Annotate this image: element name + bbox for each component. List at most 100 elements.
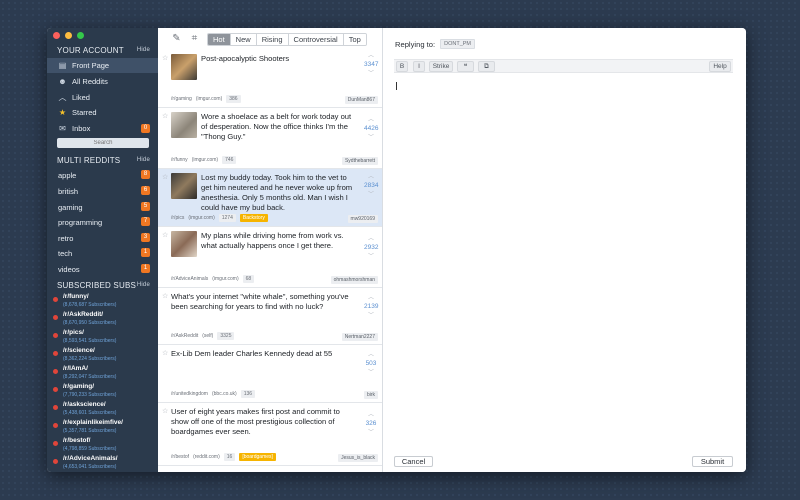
post-item[interactable]: ☆ Post-apocalyptic Shooters ︿ 3347 ﹀ /r/… — [158, 50, 382, 108]
italic-button[interactable]: I — [413, 61, 425, 72]
star-icon[interactable]: ☆ — [162, 173, 168, 181]
post-author[interactable]: mw920169 — [347, 215, 378, 223]
star-icon[interactable]: ☆ — [162, 292, 168, 300]
upvote-icon[interactable]: ︿ — [364, 411, 378, 419]
strike-button[interactable]: Strike — [429, 61, 453, 72]
post-title[interactable]: Lost my buddy today. Took him to the vet… — [201, 173, 358, 213]
post-title[interactable]: What's your internet "white whale", some… — [171, 292, 359, 312]
multi-item-apple[interactable]: apple 8 — [58, 168, 158, 182]
post-comments[interactable]: 68 — [242, 275, 255, 283]
post-item[interactable]: ☆ What's your internet "white whale", so… — [158, 288, 382, 345]
post-item[interactable]: ☆ My plans while driving home from work … — [158, 227, 382, 288]
post-author[interactable]: birk — [363, 391, 378, 399]
reply-textarea[interactable] — [394, 77, 733, 449]
downvote-icon[interactable]: ﹀ — [364, 312, 378, 320]
post-author[interactable]: ohmashmorshman — [330, 276, 378, 284]
post-subreddit[interactable]: /r/funny — [171, 157, 188, 163]
downvote-icon[interactable]: ﹀ — [364, 253, 378, 261]
downvote-icon[interactable]: ﹀ — [364, 134, 378, 142]
downvote-icon[interactable]: ﹀ — [364, 429, 378, 437]
post-title[interactable]: My plans while driving home from work vs… — [201, 231, 359, 251]
post-item[interactable]: ☆ User of eight years makes first post a… — [158, 403, 382, 466]
post-author[interactable]: Nertman2227 — [341, 333, 378, 341]
post-subreddit[interactable]: /r/unitedkingdom — [171, 391, 208, 397]
multi-item-gaming[interactable]: gaming 5 — [58, 200, 158, 214]
upvote-icon[interactable]: ︿ — [364, 173, 378, 181]
search-input[interactable] — [57, 138, 149, 148]
downvote-icon[interactable]: ﹀ — [364, 369, 378, 377]
tab-new[interactable]: New — [229, 34, 256, 45]
sidebar-item-inbox[interactable]: ✉ Inbox 0 — [47, 121, 158, 136]
post-item-selected[interactable]: ☆ Lost my buddy today. Took him to the v… — [158, 169, 382, 227]
upvote-icon[interactable]: ︿ — [364, 52, 378, 60]
multi-item-retro[interactable]: retro 3 — [58, 231, 158, 245]
star-icon[interactable]: ☆ — [162, 407, 168, 415]
help-button[interactable]: Help — [709, 61, 731, 72]
star-icon[interactable]: ☆ — [162, 54, 168, 62]
star-icon[interactable]: ☆ — [162, 231, 168, 239]
post-title[interactable]: User of eight years makes first post and… — [171, 407, 359, 437]
post-subreddit[interactable]: /r/pics — [171, 215, 184, 221]
sub-item-gaming[interactable]: /r/gaming/ (7,790,233 Subscribers) — [53, 383, 158, 401]
sub-item-adviceanimals[interactable]: /r/AdviceAnimals/ (4,653,041 Subscribers… — [53, 455, 158, 472]
link-icon[interactable]: ⧉ — [478, 61, 495, 72]
cancel-button[interactable]: Cancel — [394, 456, 433, 467]
post-item[interactable]: ☆ Wore a shoelace as a belt for work tod… — [158, 108, 382, 169]
post-comments[interactable]: 746 — [222, 156, 237, 164]
post-title[interactable]: Ex-Lib Dem leader Charles Kennedy dead a… — [171, 349, 359, 359]
upvote-icon[interactable]: ︿ — [364, 116, 378, 124]
post-title[interactable]: Post-apocalyptic Shooters — [201, 54, 351, 64]
hide-multi-button[interactable]: Hide — [137, 157, 150, 163]
sidebar-item-front-page[interactable]: ▤ Front Page — [47, 58, 158, 73]
post-comments[interactable]: 16 — [223, 453, 236, 461]
sub-item-science[interactable]: /r/science/ (8,362,224 Subscribers) — [53, 347, 158, 365]
sub-item-askreddit[interactable]: /r/AskReddit/ (8,670,950 Subscribers) — [53, 311, 158, 329]
hide-account-button[interactable]: Hide — [137, 47, 150, 53]
post-subreddit[interactable]: /r/gaming — [171, 96, 192, 102]
sub-item-pics[interactable]: /r/pics/ (8,593,541 Subscribers) — [53, 329, 158, 347]
tab-rising[interactable]: Rising — [255, 34, 288, 45]
multi-item-tech[interactable]: tech 1 — [58, 246, 158, 260]
post-item[interactable]: ☆ Ex-Lib Dem leader Charles Kennedy dead… — [158, 345, 382, 403]
sub-item-bestof[interactable]: /r/bestof/ (4,798,859 Subscribers) — [53, 437, 158, 455]
post-subreddit[interactable]: /r/AdviceAnimals — [171, 276, 208, 282]
compose-icon[interactable]: ✎ — [171, 33, 182, 44]
crop-icon[interactable]: ⌗ — [189, 33, 200, 44]
tab-controversial[interactable]: Controversial — [287, 34, 343, 45]
multi-item-videos[interactable]: videos 1 — [58, 262, 158, 276]
sidebar-item-all-reddits[interactable]: ☻ All Reddits — [47, 74, 158, 89]
upvote-icon[interactable]: ︿ — [364, 235, 378, 243]
upvote-icon[interactable]: ︿ — [364, 351, 378, 359]
multi-item-programming[interactable]: programming 7 — [58, 215, 158, 229]
bold-button[interactable]: B — [396, 61, 408, 72]
post-subreddit[interactable]: /r/AskReddit — [171, 333, 198, 339]
tab-top[interactable]: Top — [342, 34, 366, 45]
post-comments[interactable]: 3325 — [217, 332, 235, 340]
zoom-window-button[interactable] — [77, 32, 84, 39]
star-icon[interactable]: ☆ — [162, 349, 168, 357]
close-window-button[interactable] — [53, 32, 60, 39]
hide-subs-button[interactable]: Hide — [137, 282, 150, 288]
star-icon[interactable]: ☆ — [162, 112, 168, 120]
post-subreddit[interactable]: /r/bestof — [171, 454, 189, 460]
post-comments[interactable]: 386 — [226, 95, 241, 103]
downvote-icon[interactable]: ﹀ — [364, 191, 378, 199]
sub-item-funny[interactable]: /r/funny/ (8,678,687 Subscribers) — [53, 293, 158, 311]
multi-item-british[interactable]: british 6 — [58, 184, 158, 198]
post-title[interactable]: Wore a shoelace as a belt for work today… — [201, 112, 356, 142]
submit-button[interactable]: Submit — [692, 456, 733, 467]
post-comments[interactable]: 1274 — [218, 214, 236, 222]
post-author[interactable]: DunMan867 — [344, 96, 378, 104]
minimize-window-button[interactable] — [65, 32, 72, 39]
sub-item-explainlikeimfive[interactable]: /r/explainlikeimfive/ (5,357,781 Subscri… — [53, 419, 158, 437]
tab-hot[interactable]: Hot — [208, 34, 230, 45]
post-author[interactable]: Jesus_is_black — [338, 454, 378, 462]
downvote-icon[interactable]: ﹀ — [364, 70, 378, 78]
sub-item-askscience[interactable]: /r/askscience/ (5,438,601 Subscribers) — [53, 401, 158, 419]
sub-item-iama[interactable]: /r/IAmA/ (8,292,047 Subscribers) — [53, 365, 158, 383]
post-author[interactable]: Sydthebarrett — [341, 157, 378, 165]
sidebar-item-liked[interactable]: ︿ Liked — [47, 90, 158, 105]
quote-icon[interactable]: ❝ — [457, 61, 474, 72]
sidebar-item-starred[interactable]: ★ Starred — [47, 105, 158, 120]
post-comments[interactable]: 136 — [240, 390, 256, 398]
